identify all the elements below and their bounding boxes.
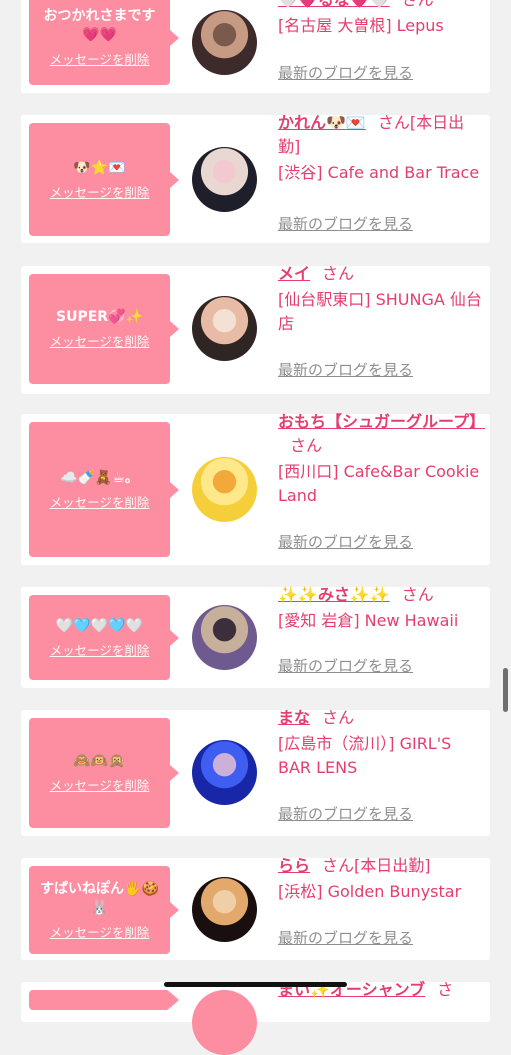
delete-message-link[interactable]: メッセージを削除 bbox=[50, 775, 150, 794]
delete-message-link[interactable]: メッセージを削除 bbox=[50, 492, 150, 511]
message-text: 🤍🩵🤍🩵🤍 bbox=[55, 617, 144, 634]
name-line: かれん🐶💌 さん[本日出勤] bbox=[278, 111, 483, 159]
delete-message-link[interactable]: メッセージを削除 bbox=[50, 331, 150, 350]
delete-message-link[interactable]: メッセージを削除 bbox=[50, 49, 150, 68]
scrollbar[interactable] bbox=[503, 668, 508, 712]
delete-message-link[interactable]: メッセージを削除 bbox=[50, 640, 150, 659]
message-card: 🤍🩵🤍🩵🤍 メッセージを削除 ✨✨みさ✨✨ さん [愛知 岩倉] New Hawaii 最… bbox=[21, 585, 490, 688]
message-text: 🐶⭐💌 bbox=[73, 159, 126, 176]
honorific-suffix: さ bbox=[437, 980, 454, 999]
latest-blog-link[interactable]: 最新のブログを見る bbox=[278, 62, 413, 83]
honorific-suffix: さん[本日出勤] bbox=[322, 856, 431, 875]
name-line: 🤍💗るな💗🤍 さん bbox=[278, 0, 483, 12]
message-card: すぱいねぽん🖐️🍪🐰 メッセージを削除 らら さん[本日出勤] [浜松] Golden … bbox=[21, 856, 490, 960]
shop-location: [浜松] Golden Bunystar bbox=[278, 882, 462, 901]
name-line: メイ さん bbox=[278, 262, 483, 286]
latest-blog-link[interactable]: 最新のブログを見る bbox=[278, 213, 413, 234]
profile-avatar[interactable] bbox=[192, 147, 257, 212]
profile-name-link[interactable]: らら bbox=[278, 856, 310, 875]
message-bubble: ☁️🍼🧸☕。 メッセージを削除 bbox=[29, 422, 179, 557]
profile-avatar[interactable] bbox=[192, 990, 257, 1055]
shop-location: [愛知 岩倉] New Hawaii bbox=[278, 611, 459, 630]
message-text: おつかれさまです💗💗 bbox=[43, 8, 156, 43]
message-card: おつかれさまです💗💗 メッセージを削除 🤍💗るな💗🤍 さん [名古屋 大曽根] Lepu… bbox=[21, 0, 490, 93]
honorific-suffix: さん bbox=[322, 264, 355, 283]
message-card: SUPER💞✨ メッセージを削除 メイ さん [仙台駅東口] SHUNGA 仙台店最新の… bbox=[21, 264, 490, 394]
latest-blog-link[interactable]: 最新のブログを見る bbox=[278, 655, 413, 676]
profile-info: 🤍💗るな💗🤍 さん [名古屋 大曽根] Lepus 最新のブログを見る bbox=[278, 0, 483, 87]
profile-name-link[interactable]: メイ bbox=[278, 264, 310, 283]
profile-info: まな さん [広島市（流川）] GIRL'S BAR LENS 最新のブログを見る bbox=[278, 706, 483, 828]
profile-name-link[interactable]: 🤍💗るな💗🤍 bbox=[278, 0, 390, 9]
message-text: すぱいねぽん🖐️🍪🐰 bbox=[40, 880, 159, 916]
latest-blog-link[interactable]: 最新のブログを見る bbox=[278, 531, 413, 552]
latest-blog-link[interactable]: 最新のブログを見る bbox=[278, 359, 413, 380]
shop-location: [広島市（流川）] GIRL'S BAR LENS bbox=[278, 734, 452, 777]
profile-avatar[interactable] bbox=[192, 457, 257, 522]
name-line: おもち【シュガーグループ】さん bbox=[278, 410, 485, 458]
honorific-suffix: さん bbox=[290, 436, 323, 455]
delete-message-link[interactable]: メッセージを削除 bbox=[50, 922, 150, 941]
message-text: 🙈🙉🙊 bbox=[73, 753, 126, 769]
message-text: ☁️🍼🧸☕。 bbox=[60, 469, 139, 486]
profile-name-link[interactable]: ✨✨みさ✨✨ bbox=[278, 585, 390, 604]
message-card: 🙈🙉🙊 メッセージを削除 まな さん [広島市（流川）] GIRL'S BAR LENS… bbox=[21, 708, 490, 836]
honorific-suffix: さん bbox=[402, 0, 434, 9]
home-indicator[interactable] bbox=[164, 982, 347, 987]
latest-blog-link[interactable]: 最新のブログを見る bbox=[278, 927, 413, 948]
honorific-suffix: さん bbox=[322, 708, 355, 727]
profile-avatar[interactable] bbox=[192, 296, 257, 361]
profile-avatar[interactable] bbox=[192, 877, 257, 942]
profile-info: ✨✨みさ✨✨ さん [愛知 岩倉] New Hawaii 最新のブログを見る bbox=[278, 583, 483, 680]
profile-name-link[interactable]: まな bbox=[278, 708, 310, 727]
profile-info: メイ さん [仙台駅東口] SHUNGA 仙台店最新のブログを見る bbox=[278, 262, 483, 386]
shop-location: [仙台駅東口] SHUNGA 仙台店 bbox=[278, 290, 482, 333]
latest-blog-link[interactable]: 最新のブログを見る bbox=[278, 803, 413, 824]
shop-location: [渋谷] Cafe and Bar Trace bbox=[278, 163, 480, 182]
honorific-suffix: さん bbox=[401, 585, 434, 604]
message-card: まい✨オーシャンブさ bbox=[21, 980, 490, 1055]
delete-message-link[interactable]: メッセージを削除 bbox=[50, 182, 150, 201]
profile-info: らら さん[本日出勤] [浜松] Golden Bunystar 最新のブログを見る bbox=[278, 854, 483, 952]
message-bubble: 🤍🩵🤍🩵🤍 メッセージを削除 bbox=[29, 595, 179, 680]
message-bubble: SUPER💞✨ メッセージを削除 bbox=[29, 274, 179, 384]
name-line: ✨✨みさ✨✨ さん bbox=[278, 583, 483, 607]
name-line: らら さん[本日出勤] bbox=[278, 854, 483, 878]
message-bubble: おつかれさまです💗💗 メッセージを削除 bbox=[29, 0, 179, 85]
message-bubble: 🐶⭐💌 メッセージを削除 bbox=[29, 123, 179, 236]
name-line: まな さん bbox=[278, 706, 483, 730]
message-card: ☁️🍼🧸☕。 メッセージを削除 おもち【シュガーグループ】さん [西川口] Cafe&… bbox=[21, 412, 490, 565]
message-bubble: 🙈🙉🙊 メッセージを削除 bbox=[29, 718, 179, 828]
profile-info: おもち【シュガーグループ】さん [西川口] Cafe&Bar Cookie Lan… bbox=[278, 410, 485, 557]
message-text: SUPER💞✨ bbox=[56, 309, 143, 325]
profile-info: かれん🐶💌 さん[本日出勤] [渋谷] Cafe and Bar Trace 最新のブ… bbox=[278, 111, 483, 235]
message-bubble bbox=[29, 990, 179, 1010]
shop-location: [名古屋 大曽根] Lepus bbox=[278, 16, 444, 35]
profile-name-link[interactable]: おもち【シュガーグループ】 bbox=[278, 412, 485, 431]
profile-avatar[interactable] bbox=[192, 10, 257, 75]
profile-name-link[interactable]: かれん🐶💌 bbox=[278, 113, 366, 132]
shop-location: [西川口] Cafe&Bar Cookie Land bbox=[278, 462, 480, 505]
profile-avatar[interactable] bbox=[192, 605, 257, 670]
message-bubble: すぱいねぽん🖐️🍪🐰 メッセージを削除 bbox=[29, 866, 179, 954]
profile-avatar[interactable] bbox=[192, 740, 257, 805]
message-card: 🐶⭐💌 メッセージを削除 かれん🐶💌 さん[本日出勤] [渋谷] Cafe and Ba… bbox=[21, 113, 490, 243]
